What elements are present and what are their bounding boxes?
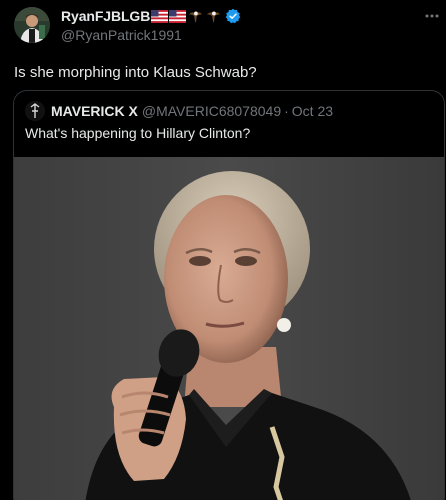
more-horizontal-icon[interactable] [424, 8, 440, 24]
quoted-tweet-text: What's happening to Hillary Clinton? [25, 125, 251, 141]
author-handle[interactable]: @RyanPatrick1991 [61, 27, 416, 43]
author-avatar[interactable] [14, 7, 50, 43]
quoted-tweet-image[interactable] [14, 157, 444, 500]
quoted-tweet[interactable]: MAVERICK X @MAVERIC68078049 · Oct 23 Wha… [13, 90, 445, 500]
quoted-author-avatar[interactable] [25, 101, 45, 121]
verified-badge-icon[interactable] [225, 8, 241, 24]
avatar-image [14, 7, 50, 43]
quoted-separator: · [284, 103, 289, 119]
name-row: RyanFJBLGB [61, 7, 416, 25]
tweet-header: RyanFJBLGB @RyanPatrick1991 [61, 7, 416, 43]
photo-of-woman-with-microphone [14, 157, 444, 500]
us-flag-icon [151, 9, 169, 23]
eagle-icon [189, 11, 203, 22]
quoted-tweet-header: MAVERICK X @MAVERIC68078049 · Oct 23 [25, 101, 333, 121]
quoted-date[interactable]: Oct 23 [292, 103, 333, 119]
us-flag-icon [169, 9, 187, 23]
tweet-text: Is she morphing into Klaus Schwab? [14, 64, 257, 81]
quoted-author-name[interactable]: MAVERICK X [51, 103, 138, 119]
author-display-name[interactable]: RyanFJBLGB [61, 8, 150, 24]
quoted-author-handle[interactable]: @MAVERIC68078049 [142, 103, 281, 119]
eagle-icon [207, 11, 221, 22]
tweet[interactable]: RyanFJBLGB @RyanPatrick1991 Is she morph… [0, 0, 446, 500]
